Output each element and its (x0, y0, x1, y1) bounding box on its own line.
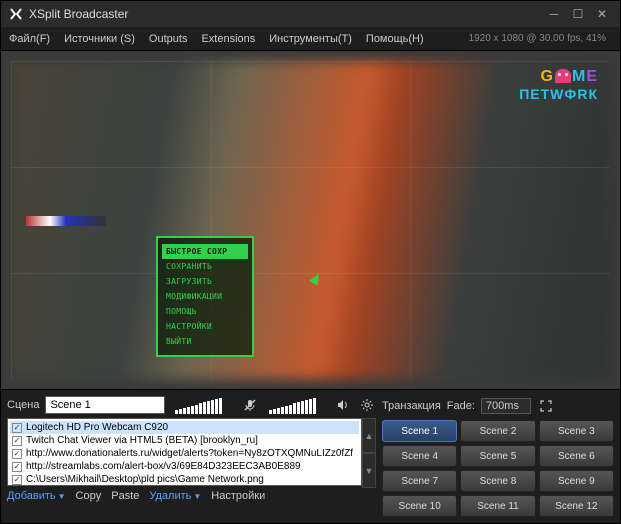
minimize-button[interactable]: ─ (544, 6, 564, 22)
source-visibility-checkbox[interactable]: ✓ (12, 475, 22, 485)
audio-meter-speaker[interactable] (265, 396, 328, 414)
source-label: Logitech HD Pro Webcam C920 (26, 422, 168, 433)
scene-button[interactable]: Scene 8 (460, 470, 535, 492)
copy-source-button[interactable]: Copy (76, 490, 102, 502)
settings-gear-icon[interactable] (358, 396, 376, 414)
menu-tools[interactable]: Инструменты(T) (269, 33, 352, 45)
source-label: http://streamlabs.com/alert-box/v3/69E84… (26, 461, 301, 472)
delete-source-button[interactable]: Удалить▼ (149, 490, 201, 502)
pause-menu-item: НАСТРОЙКИ (162, 319, 248, 334)
pause-menu-item: МОДИФИКАЦИИ (162, 289, 248, 304)
scene-button[interactable]: Scene 3 (539, 420, 614, 442)
source-move-up[interactable]: ▲ (362, 418, 376, 453)
maximize-button[interactable]: ☐ (568, 6, 588, 22)
scene-button[interactable]: Scene 9 (539, 470, 614, 492)
source-label: C:\Users\Mikhail\Desktop\pld pics\Game N… (26, 474, 264, 485)
scene-button[interactable]: Scene 2 (460, 420, 535, 442)
pause-menu-item: ПОМОЩЬ (162, 304, 248, 319)
game-pause-menu: БЫСТРОЕ СОХРСОХРАНИТЬЗАГРУЗИТЬМОДИФИКАЦИ… (156, 236, 254, 357)
source-label: Twitch Chat Viewer via HTML5 (BETA) [bro… (26, 435, 258, 446)
mic-mute-icon[interactable] (241, 396, 259, 414)
scene-name-input[interactable] (45, 396, 165, 414)
source-visibility-checkbox[interactable]: ✓ (12, 449, 22, 459)
source-list-item[interactable]: ✓ C:\Users\Mikhail\Desktop\pld pics\Game … (10, 473, 359, 486)
scene-button[interactable]: Scene 5 (460, 445, 535, 467)
fade-duration-input[interactable] (481, 398, 531, 414)
sources-list[interactable]: ✓ Logitech HD Pro Webcam C920 ✓ Twitch Chat… (7, 418, 362, 486)
fade-label: Fade: (447, 400, 475, 412)
app-window: XSplit Broadcaster ─ ☐ ✕ Файл(F) Источни… (0, 0, 621, 524)
source-visibility-checkbox[interactable]: ✓ (12, 436, 22, 446)
menu-sources[interactable]: Источники (S) (64, 33, 135, 45)
source-move-down[interactable]: ▼ (362, 453, 376, 488)
logo-letter: M (572, 68, 586, 85)
app-icon (9, 7, 23, 21)
speaker-icon[interactable] (334, 396, 352, 414)
paste-source-button[interactable]: Paste (111, 490, 139, 502)
bottom-panel: Сцена ✓ Logitech HD Pro Webcam C920 ✓ Twitc… (1, 390, 620, 523)
scene-header-row: Сцена (7, 396, 376, 414)
pause-menu-item: ЗАГРУЗИТЬ (162, 274, 248, 289)
source-list-item[interactable]: ✓ Twitch Chat Viewer via HTML5 (BETA) [br… (10, 434, 359, 447)
source-visibility-checkbox[interactable]: ✓ (12, 423, 22, 433)
pause-menu-item: БЫСТРОЕ СОХР (162, 244, 248, 259)
source-visibility-checkbox[interactable]: ✓ (12, 462, 22, 472)
ghost-icon (554, 69, 572, 87)
preview-area[interactable]: G ME ПETWФRК БЫСТРОЕ СОХРСОХРАНИТЬЗАГРУЗИ… (1, 51, 620, 390)
scene-button[interactable]: Scene 7 (382, 470, 457, 492)
source-label: http://www.donationalerts.ru/widget/aler… (26, 448, 353, 459)
scene-button[interactable]: Scene 11 (460, 495, 535, 517)
overlay-logo[interactable]: G ME ПETWФRК (519, 69, 598, 101)
scene-button[interactable]: Scene 10 (382, 495, 457, 517)
menu-outputs[interactable]: Outputs (149, 33, 188, 45)
overlay-source-strip[interactable] (26, 216, 106, 226)
source-list-item[interactable]: ✓ http://streamlabs.com/alert-box/v3/69E8… (10, 460, 359, 473)
source-settings-button[interactable]: Настройки (211, 490, 265, 502)
scene-button[interactable]: Scene 4 (382, 445, 457, 467)
add-source-button[interactable]: Добавить▼ (7, 490, 66, 502)
scene-grid: Scene 1Scene 2Scene 3Scene 4Scene 5Scene… (382, 420, 614, 517)
pause-menu-item: ВЫЙТИ (162, 334, 248, 349)
scene-button[interactable]: Scene 6 (539, 445, 614, 467)
stream-status: 1920 x 1080 @ 30.00 fps, 41% (438, 33, 612, 44)
logo-letter: E (586, 68, 598, 85)
sources-toolbar: Добавить▼ Copy Paste Удалить▼ Настройки (7, 488, 376, 502)
logo-letter: G (541, 68, 554, 85)
fullscreen-icon[interactable] (537, 397, 555, 415)
scene-button[interactable]: Scene 12 (539, 495, 614, 517)
transition-label: Транзакция (382, 400, 441, 412)
menu-extensions[interactable]: Extensions (201, 33, 255, 45)
menubar: Файл(F) Источники (S) Outputs Extensions… (1, 27, 620, 51)
menu-file[interactable]: Файл(F) (9, 33, 50, 45)
close-button[interactable]: ✕ (592, 6, 612, 22)
scenes-panel: Транзакция Fade: Scene 1Scene 2Scene 3Sc… (382, 396, 614, 517)
pause-menu-item: СОХРАНИТЬ (162, 259, 248, 274)
logo-line2: ПETWФRК (519, 87, 598, 101)
titlebar: XSplit Broadcaster ─ ☐ ✕ (1, 1, 620, 27)
source-list-item[interactable]: ✓ http://www.donationalerts.ru/widget/ale… (10, 447, 359, 460)
transition-row: Транзакция Fade: (382, 396, 614, 416)
scene-label: Сцена (7, 399, 39, 411)
source-list-item[interactable]: ✓ Logitech HD Pro Webcam C920 (10, 421, 359, 434)
scene-button[interactable]: Scene 1 (382, 420, 457, 442)
sources-panel: Сцена ✓ Logitech HD Pro Webcam C920 ✓ Twitc… (7, 396, 376, 517)
audio-meter-mic[interactable] (171, 396, 234, 414)
menu-help[interactable]: Помощь(H) (366, 33, 424, 45)
app-title: XSplit Broadcaster (29, 7, 128, 21)
